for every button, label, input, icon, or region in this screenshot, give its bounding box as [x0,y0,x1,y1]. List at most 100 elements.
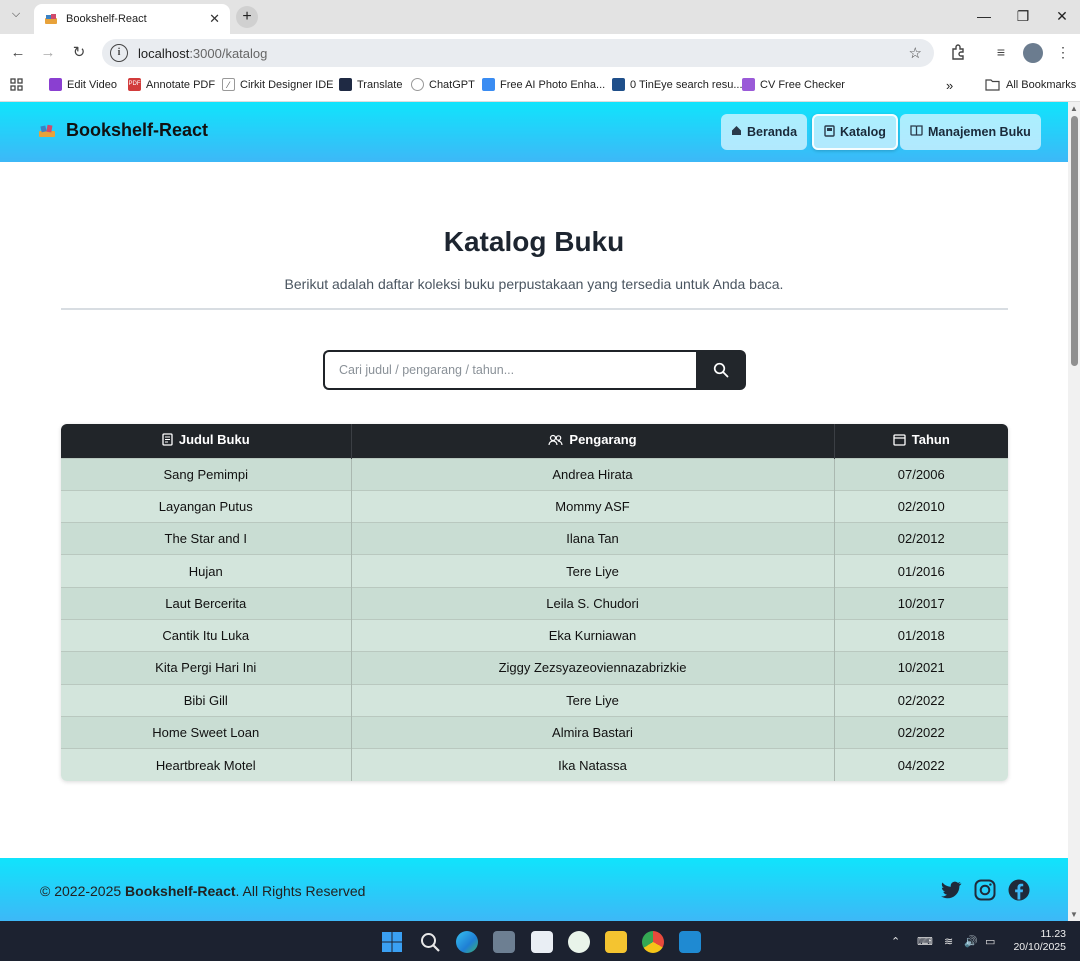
cell-pengarang: Almira Bastari [351,715,835,749]
footer-brand: Bookshelf-React [125,883,236,899]
minimize-icon[interactable]: — [974,8,994,24]
column-header-judul[interactable]: Judul Buku [61,424,352,458]
url-text: localhost:3000/katalog [138,46,267,61]
scroll-up-arrow-icon[interactable]: ▲ [1070,104,1078,113]
tab-close-icon[interactable]: ✕ [209,11,220,27]
search-input[interactable] [323,350,696,390]
new-tab-button[interactable]: + [236,6,258,28]
bookmark-cirkit-designer[interactable]: ⁄ Cirkit Designer IDE [222,78,334,91]
edge-browser-icon[interactable] [456,931,478,953]
reading-list-icon[interactable]: ≡ [991,44,1011,60]
file-explorer-icon[interactable] [605,931,627,953]
site-info-icon[interactable]: i [110,44,128,62]
bookmark-edit-video[interactable]: Edit Video [49,78,117,91]
cell-tahun: 01/2018 [834,618,1008,652]
bookmark-tineye[interactable]: 0 TinEye search resu... [612,78,743,91]
scrollbar-thumb[interactable] [1071,116,1078,366]
cell-judul: Layangan Putus [61,489,352,523]
chatgpt-icon [411,78,424,91]
recycle-bin-icon[interactable] [531,931,553,953]
nav-link-label: Beranda [747,125,798,139]
cell-judul: Cantik Itu Luka [61,618,352,652]
window-close-icon[interactable]: ✕ [1052,8,1072,25]
column-header-label: Pengarang [569,432,637,448]
vscode-icon[interactable] [679,931,701,953]
bookmark-chatgpt[interactable]: ChatGPT [411,78,475,91]
profile-avatar[interactable] [1023,43,1043,63]
tab-favicon-icon [44,12,58,26]
cell-tahun: 04/2022 [834,748,1008,781]
cell-tahun: 10/2017 [834,586,1008,620]
browser-tab[interactable]: Bookshelf-React ✕ [34,4,230,34]
bookmark-label: Edit Video [67,78,117,91]
forward-arrow-icon[interactable]: → [39,44,57,62]
facebook-icon[interactable] [1007,878,1031,902]
keyboard-icon[interactable]: ⌨ [917,935,933,948]
bookmarks-overflow-icon[interactable]: » [946,78,953,93]
title-divider [61,308,1008,310]
nav-link-manajemen-buku[interactable]: Manajemen Buku [900,114,1041,150]
back-arrow-icon[interactable]: ← [9,44,27,62]
bookmark-label: Free AI Photo Enha... [500,78,606,91]
file-manager-app-icon[interactable] [493,931,515,953]
chrome-browser-icon[interactable] [642,931,664,953]
calendar-icon [893,433,906,449]
nav-link-beranda[interactable]: Beranda [721,114,808,150]
twitter-icon[interactable] [939,878,963,902]
bookmark-label: Annotate PDF [146,78,216,91]
address-bar[interactable]: i localhost:3000/katalog ☆ [102,39,934,67]
column-header-pengarang[interactable]: Pengarang [351,424,835,458]
tab-search-chevron-icon[interactable]: ⌵ [6,8,26,26]
cell-pengarang: Tere Liye [351,554,835,588]
cell-judul: The Star and I [61,522,352,555]
page-scrollbar[interactable]: ▲ ▼ [1068,102,1080,921]
bookmark-cv-checker[interactable]: CV Free Checker [742,78,845,91]
book-table: Judul Buku Pengarang Tahun Sang Pemimpi A… [61,424,1008,781]
mongodb-compass-icon[interactable] [568,931,590,953]
ai-photo-icon [482,78,495,91]
browser-toolbar: ← → ↻ i localhost:3000/katalog ☆ ≡ ⋮ [0,34,1080,72]
book-table-container: Judul Buku Pengarang Tahun Sang Pemimpi A… [61,424,1008,781]
apps-grid-icon[interactable] [10,78,23,91]
cell-tahun: 10/2021 [834,651,1008,685]
column-header-tahun[interactable]: Tahun [834,424,1008,458]
tray-overflow-icon[interactable]: ⌃ [891,935,900,948]
windows-start-icon[interactable] [381,931,403,953]
bookmark-ai-photo[interactable]: Free AI Photo Enha... [482,78,605,91]
clock-time: 11.23 [1040,928,1067,940]
pdf-icon: PDF [128,78,141,91]
translate-icon [339,78,352,91]
taskbar-search-icon[interactable] [419,931,441,953]
bookmark-star-icon[interactable]: ☆ [909,44,922,62]
scroll-down-arrow-icon[interactable]: ▼ [1070,910,1078,919]
reload-icon[interactable]: ↻ [70,44,88,62]
search-button[interactable] [696,350,746,390]
cell-judul: Sang Pemimpi [61,457,352,491]
bookmark-annotate-pdf[interactable]: PDF Annotate PDF [128,78,215,91]
nav-link-katalog[interactable]: Katalog [812,114,898,150]
cell-judul: Kita Pergi Hari Ini [61,651,352,685]
table-row: Layangan Putus Mommy ASF 02/2010 [61,489,1008,523]
cell-pengarang: Andrea Hirata [351,457,835,491]
battery-icon[interactable]: ▭ [985,935,995,948]
volume-icon[interactable]: 🔊 [964,935,978,948]
bookmark-translate[interactable]: Translate [339,78,402,91]
extensions-icon[interactable] [948,44,968,63]
instagram-icon[interactable] [973,878,997,902]
site-brand[interactable]: Bookshelf-React [38,120,208,141]
system-clock[interactable]: 11.23 20/10/2025 [1013,928,1066,954]
nav-link-label: Manajemen Buku [928,125,1031,139]
people-icon [548,434,564,449]
wifi-icon[interactable]: ≋ [944,935,953,948]
all-bookmarks[interactable]: All Bookmarks [985,78,1076,91]
search-form [323,350,746,390]
table-row: Cantik Itu Luka Eka Kurniawan 01/2018 [61,618,1008,652]
table-row: Sang Pemimpi Andrea Hirata 07/2006 [61,457,1008,491]
bookmark-label: CV Free Checker [760,78,845,91]
browser-menu-icon[interactable]: ⋮ [1053,44,1073,61]
restore-icon[interactable]: ❐ [1013,8,1033,25]
cirkit-icon: ⁄ [222,78,235,91]
table-header-row: Judul Buku Pengarang Tahun [61,424,1008,458]
search-icon [713,362,729,378]
copyright-suffix: . All Rights Reserved [235,883,366,899]
